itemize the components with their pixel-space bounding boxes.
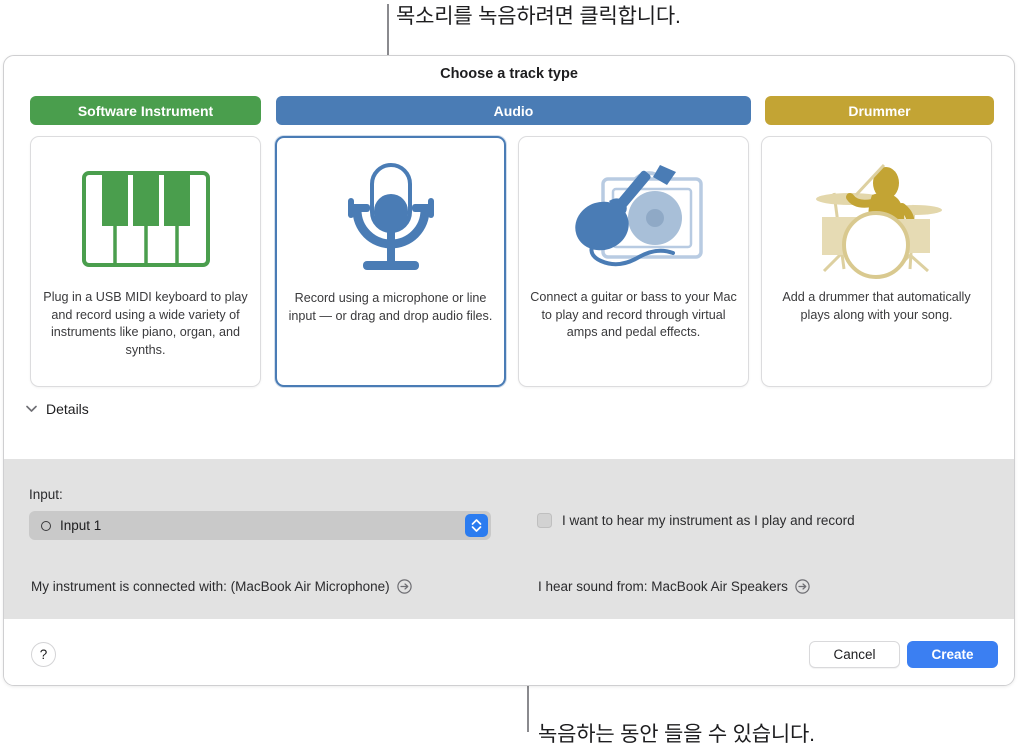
drummer-icon (802, 159, 952, 279)
input-select-value: Input 1 (60, 518, 101, 533)
input-label: Input: (29, 487, 63, 502)
help-button[interactable]: ? (31, 642, 56, 667)
track-card-software-instrument[interactable]: Plug in a USB MIDI keyboard to play and … (30, 136, 261, 387)
track-card-audio-microphone[interactable]: Record using a microphone or line input … (275, 136, 506, 387)
guitar-amp-icon (559, 161, 709, 277)
new-track-dialog: Choose a track type Software Instrument … (3, 55, 1015, 686)
input-device-text: My instrument is connected with: (MacBoo… (31, 579, 390, 594)
mono-circle-icon (41, 521, 51, 531)
piano-keyboard-icon (82, 171, 210, 267)
track-card-audio-guitar[interactable]: Connect a guitar or bass to your Mac to … (518, 136, 749, 387)
card-description-drummer: Add a drummer that automatically plays a… (772, 289, 981, 324)
chevron-up-down-icon[interactable] (465, 514, 488, 537)
monitor-checkbox-row[interactable]: I want to hear my instrument as I play a… (537, 513, 855, 528)
category-button-drummer[interactable]: Drummer (765, 96, 994, 125)
top-callout-text: 목소리를 녹음하려면 클릭합니다. (396, 0, 681, 30)
card-art-drummer (762, 153, 991, 285)
monitor-checkbox[interactable] (537, 513, 552, 528)
create-button-label: Create (931, 647, 973, 662)
arrow-right-circle-icon (397, 579, 412, 594)
page-title: Choose a track type (4, 66, 1014, 82)
category-button-software-instrument[interactable]: Software Instrument (30, 96, 261, 125)
arrow-right-circle-icon (795, 579, 810, 594)
card-art-microphone (277, 154, 504, 286)
details-disclosure-toggle[interactable]: Details (26, 401, 89, 417)
category-label-drummer: Drummer (848, 103, 910, 119)
track-category-row: Software Instrument Audio Drummer (30, 96, 990, 125)
card-art-guitar-amp (519, 153, 748, 285)
details-label: Details (46, 401, 89, 417)
cancel-button-label: Cancel (833, 647, 875, 662)
card-description-audio-guitar: Connect a guitar or bass to your Mac to … (529, 289, 738, 342)
output-device-text: I hear sound from: MacBook Air Speakers (538, 579, 788, 594)
create-button[interactable]: Create (907, 641, 998, 668)
track-card-drummer[interactable]: Add a drummer that automatically plays a… (761, 136, 992, 387)
category-label-software-instrument: Software Instrument (78, 103, 213, 119)
card-description-software-instrument: Plug in a USB MIDI keyboard to play and … (41, 289, 250, 359)
category-label-audio: Audio (494, 103, 534, 119)
help-button-label: ? (40, 647, 48, 662)
category-button-audio[interactable]: Audio (276, 96, 751, 125)
output-device-link[interactable]: I hear sound from: MacBook Air Speakers (538, 579, 810, 594)
input-device-link[interactable]: My instrument is connected with: (MacBoo… (31, 579, 412, 594)
details-panel: Input: Input 1 I want to hear my instrum… (4, 459, 1014, 619)
monitor-checkbox-label: I want to hear my instrument as I play a… (562, 513, 855, 528)
microphone-icon (335, 162, 447, 278)
bottom-callout-text: 녹음하는 동안 들을 수 있습니다. (538, 718, 815, 748)
card-art-software-instrument (31, 153, 260, 285)
input-select[interactable]: Input 1 (29, 511, 491, 540)
chevron-down-icon (26, 405, 37, 413)
dialog-footer: ? Cancel Create (4, 619, 1014, 685)
cancel-button[interactable]: Cancel (809, 641, 900, 668)
card-description-audio-microphone: Record using a microphone or line input … (287, 290, 494, 325)
track-card-row: Plug in a USB MIDI keyboard to play and … (30, 136, 992, 387)
